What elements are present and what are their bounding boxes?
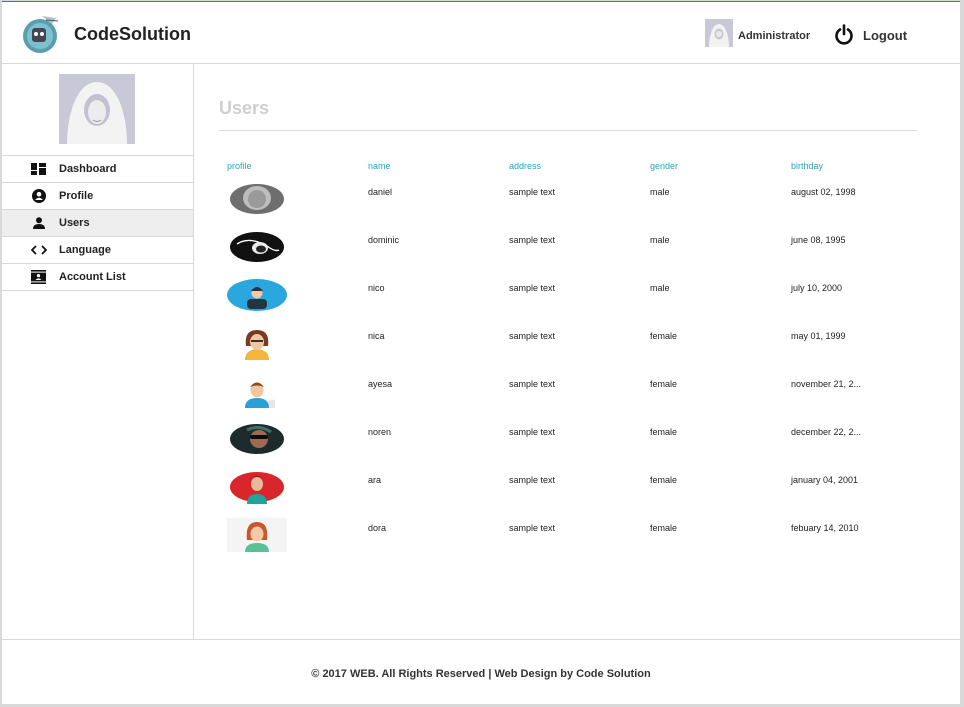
top-header: CodeSolution Administrator Logout [2,2,960,64]
dashboard-icon [30,162,47,176]
table-row[interactable]: ara sample text female january 04, 2001 [219,470,919,518]
cell-birthday: june 08, 1995 [791,235,846,245]
cell-gender: male [650,187,670,197]
cell-gender: female [650,523,678,533]
cell-address: sample text [509,187,556,197]
users-table: profile name address gender birthday dan… [219,154,919,566]
sidebar-item-dashboard[interactable]: Dashboard [2,156,193,183]
cell-address: sample text [509,523,556,533]
cell-birthday: may 01, 1999 [791,331,846,341]
cell-birthday: december 22, 2... [791,427,862,437]
column-header-address[interactable]: address [501,154,642,182]
footer-copyright: © 2017 WEB. All Rights Reserved | Web De… [311,668,651,680]
column-header-birthday[interactable]: birthday [783,154,919,182]
account-circle-icon [30,189,47,203]
cell-name: daniel [368,187,393,197]
table-row[interactable]: daniel sample text male august 02, 1998 [219,182,919,230]
sidebar-item-label: Dashboard [59,163,117,175]
sidebar-item-language[interactable]: Language [2,237,193,264]
brand-title: CodeSolution [74,24,191,44]
cell-name: nica [368,331,385,341]
cell-gender: male [650,235,670,245]
sidebar: Dashboard Profile Users Language Account… [2,64,194,639]
user-name[interactable]: Administrator [738,30,810,42]
logout-button[interactable]: Logout [834,23,907,47]
user-photo[interactable] [227,518,287,552]
profile-avatar[interactable] [59,74,135,144]
main-content: Users profile name address gender birthd… [195,64,960,639]
cell-name: nico [368,283,385,293]
cell-birthday: november 21, 2... [791,379,862,389]
sidebar-nav: Dashboard Profile Users Language Account… [2,155,193,291]
column-header-gender[interactable]: gender [642,154,783,182]
cell-name: ayesa [368,379,393,389]
table-row[interactable]: ayesa sample text female november 21, 2.… [219,374,919,422]
cell-name: noren [368,427,392,437]
cell-birthday: febuary 14, 2010 [791,523,859,533]
sidebar-item-profile[interactable]: Profile [2,183,193,210]
logout-label: Logout [863,27,908,43]
sidebar-item-users[interactable]: Users [2,210,193,237]
cell-gender: male [650,283,670,293]
table-row[interactable]: dominic sample text male june 08, 1995 [219,230,919,278]
user-photo[interactable] [227,374,287,408]
column-header-profile[interactable]: profile [219,154,360,182]
cell-address: sample text [509,379,556,389]
logo-icon[interactable] [22,12,62,54]
sidebar-item-label: Profile [59,190,94,202]
title-divider [219,130,917,131]
avatar[interactable] [705,19,733,47]
table-header-row: profile name address gender birthday [219,154,919,182]
cell-name: dominic [368,235,400,245]
sidebar-item-account-list[interactable]: Account List [2,264,193,291]
table-row[interactable]: nico sample text male july 10, 2000 [219,278,919,326]
person-icon [30,216,47,230]
app-window: CodeSolution Administrator Logout Dashbo… [2,1,960,704]
user-photo[interactable] [227,182,287,216]
user-photo[interactable] [227,230,287,264]
table-row[interactable]: dora sample text female febuary 14, 2010 [219,518,919,566]
table-row[interactable]: noren sample text female december 22, 2.… [219,422,919,470]
cell-name: dora [368,523,387,533]
cell-address: sample text [509,331,556,341]
power-icon [834,24,854,46]
cell-address: sample text [509,283,556,293]
cell-address: sample text [509,475,556,485]
cell-birthday: july 10, 2000 [791,283,843,293]
cell-birthday: january 04, 2001 [791,475,859,485]
cell-name: ara [368,475,382,485]
cell-gender: female [650,427,678,437]
cell-gender: female [650,379,678,389]
cell-birthday: august 02, 1998 [791,187,856,197]
cell-gender: female [650,331,678,341]
user-photo[interactable] [227,470,287,504]
user-photo[interactable] [227,326,287,360]
cell-address: sample text [509,235,556,245]
sidebar-item-label: Users [59,217,90,229]
column-header-name[interactable]: name [360,154,501,182]
user-photo[interactable] [227,422,287,456]
user-photo[interactable] [227,278,287,312]
cell-address: sample text [509,427,556,437]
table-row[interactable]: nica sample text female may 01, 1999 [219,326,919,374]
code-icon [30,243,47,257]
sidebar-item-label: Language [59,244,111,256]
cell-gender: female [650,475,678,485]
page-title: Users [219,98,270,118]
contact-card-icon [30,270,47,284]
footer: © 2017 WEB. All Rights Reserved | Web De… [2,639,960,704]
sidebar-item-label: Account List [59,271,126,283]
